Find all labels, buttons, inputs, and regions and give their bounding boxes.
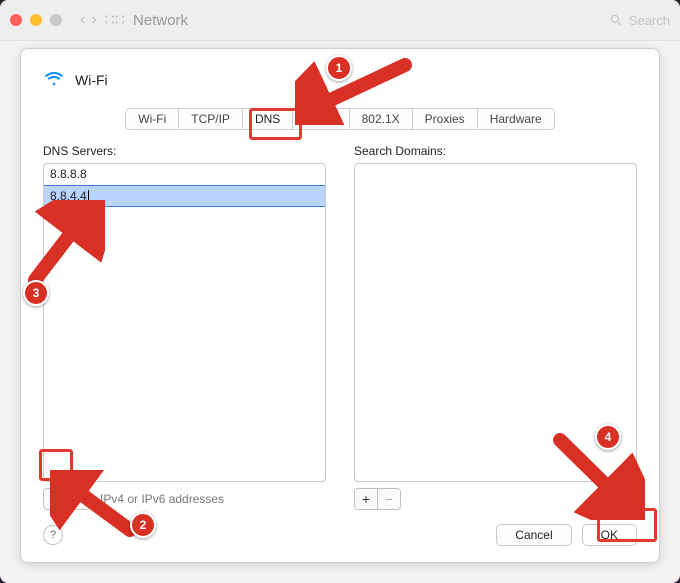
nav-arrows: ‹ › — [80, 11, 97, 29]
panel-title: Wi-Fi — [75, 72, 108, 88]
tab-wins[interactable]: WINS — [293, 108, 349, 130]
window-title: Network — [133, 12, 188, 29]
add-dns-button[interactable]: + — [44, 489, 66, 509]
back-icon[interactable]: ‹ — [80, 11, 85, 29]
search-placeholder: Search — [629, 13, 670, 28]
dns-server-entry[interactable]: 8.8.8.8 — [44, 164, 325, 185]
help-button[interactable]: ? — [43, 525, 63, 545]
window-controls — [10, 14, 62, 26]
tab-wifi[interactable]: Wi-Fi — [125, 108, 179, 130]
show-all-icon[interactable]: ∷∷ — [105, 10, 125, 30]
tab-proxies[interactable]: Proxies — [413, 108, 478, 130]
dns-server-entry[interactable]: 8.8.4.4 — [44, 185, 325, 207]
dns-add-remove: + − — [43, 488, 90, 510]
panel-header: Wi-Fi — [43, 67, 637, 92]
panel-footer: ? Cancel OK — [43, 524, 637, 546]
network-advanced-panel: Wi-Fi Wi-FiTCP/IPDNSWINS802.1XProxiesHar… — [20, 48, 660, 563]
search-field[interactable]: Search — [609, 13, 670, 28]
forward-icon[interactable]: › — [91, 11, 96, 29]
minimize-window-button[interactable] — [30, 14, 42, 26]
search-domains-add-remove: + − — [354, 488, 401, 510]
zoom-window-button[interactable] — [50, 14, 62, 26]
search-icon — [609, 13, 623, 27]
tab-dns[interactable]: DNS — [243, 108, 293, 130]
search-domains-column: Search Domains: + − — [354, 144, 637, 510]
tab-tcpip[interactable]: TCP/IP — [179, 108, 243, 130]
tab-hardware[interactable]: Hardware — [478, 108, 555, 130]
cancel-button[interactable]: Cancel — [496, 524, 571, 546]
add-search-domain-button[interactable]: + — [355, 489, 377, 509]
settings-tabs: Wi-FiTCP/IPDNSWINS802.1XProxiesHardware — [125, 108, 554, 130]
wifi-icon — [43, 67, 65, 92]
system-preferences-window: ‹ › ∷∷ Network Search Wi-Fi Wi-FiTCP/IPD… — [0, 0, 680, 583]
dns-hint: IPv4 or IPv6 addresses — [100, 492, 224, 506]
dns-servers-list[interactable]: 8.8.8.88.8.4.4 — [43, 163, 326, 482]
remove-search-domain-button[interactable]: − — [377, 489, 400, 509]
remove-dns-button[interactable]: − — [66, 489, 89, 509]
dns-servers-label: DNS Servers: — [43, 144, 326, 158]
tab-8021x[interactable]: 802.1X — [350, 108, 413, 130]
ok-button[interactable]: OK — [582, 524, 637, 546]
search-domains-list[interactable] — [354, 163, 637, 482]
close-window-button[interactable] — [10, 14, 22, 26]
dns-servers-column: DNS Servers: 8.8.8.88.8.4.4 + − IPv4 or … — [43, 144, 326, 510]
search-domains-label: Search Domains: — [354, 144, 637, 158]
window-titlebar: ‹ › ∷∷ Network Search — [0, 0, 680, 41]
dns-columns: DNS Servers: 8.8.8.88.8.4.4 + − IPv4 or … — [43, 144, 637, 510]
